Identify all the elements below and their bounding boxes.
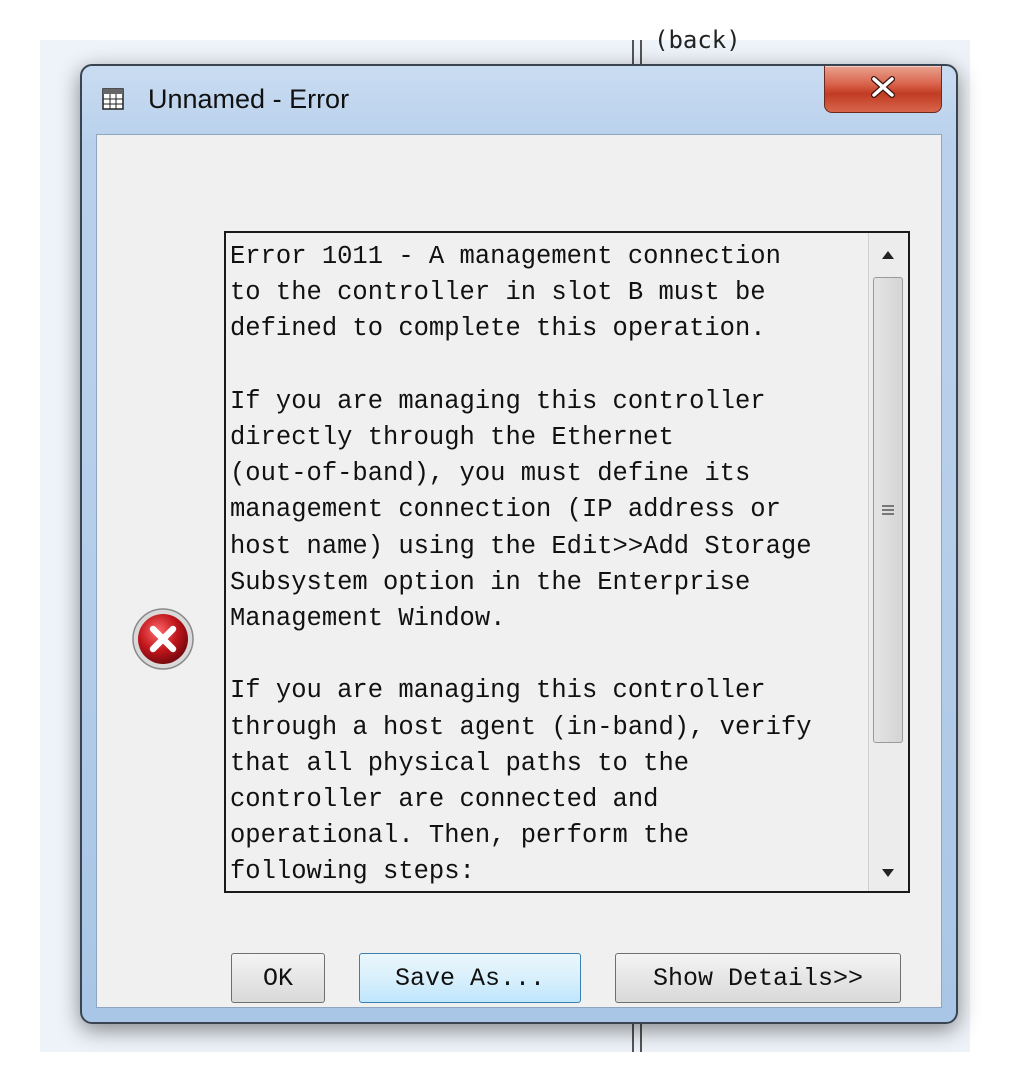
- title-bar[interactable]: Unnamed - Error: [82, 66, 956, 134]
- scroll-up-button[interactable]: [869, 233, 907, 273]
- background-divider: [640, 40, 642, 64]
- scrollbar-thumb[interactable]: [873, 277, 903, 743]
- close-button[interactable]: [824, 66, 942, 113]
- error-message: Error 1011 - A management connection to …: [230, 242, 812, 887]
- save-as-button[interactable]: Save As...: [359, 953, 581, 1003]
- message-text-area[interactable]: Error 1011 - A management connection to …: [224, 231, 910, 893]
- ok-button[interactable]: OK: [231, 953, 325, 1003]
- background-divider: [632, 1024, 634, 1052]
- error-dialog: Unnamed - Error Error 1011 - A managemen…: [80, 64, 958, 1024]
- vertical-scrollbar[interactable]: [868, 233, 908, 891]
- background-text: (back): [654, 26, 741, 54]
- error-icon: [131, 607, 195, 671]
- background-divider: [640, 1024, 642, 1052]
- close-icon: [870, 76, 896, 102]
- triangle-up-icon: [882, 244, 894, 263]
- background-divider: [632, 40, 634, 64]
- table-icon: [102, 88, 124, 110]
- dialog-content: Error 1011 - A management connection to …: [96, 134, 942, 1008]
- window-title: Unnamed - Error: [148, 84, 350, 114]
- triangle-down-icon: [882, 862, 894, 881]
- scroll-down-button[interactable]: [869, 851, 907, 891]
- show-details-button[interactable]: Show Details>>: [615, 953, 901, 1003]
- grip-icon: [882, 505, 894, 515]
